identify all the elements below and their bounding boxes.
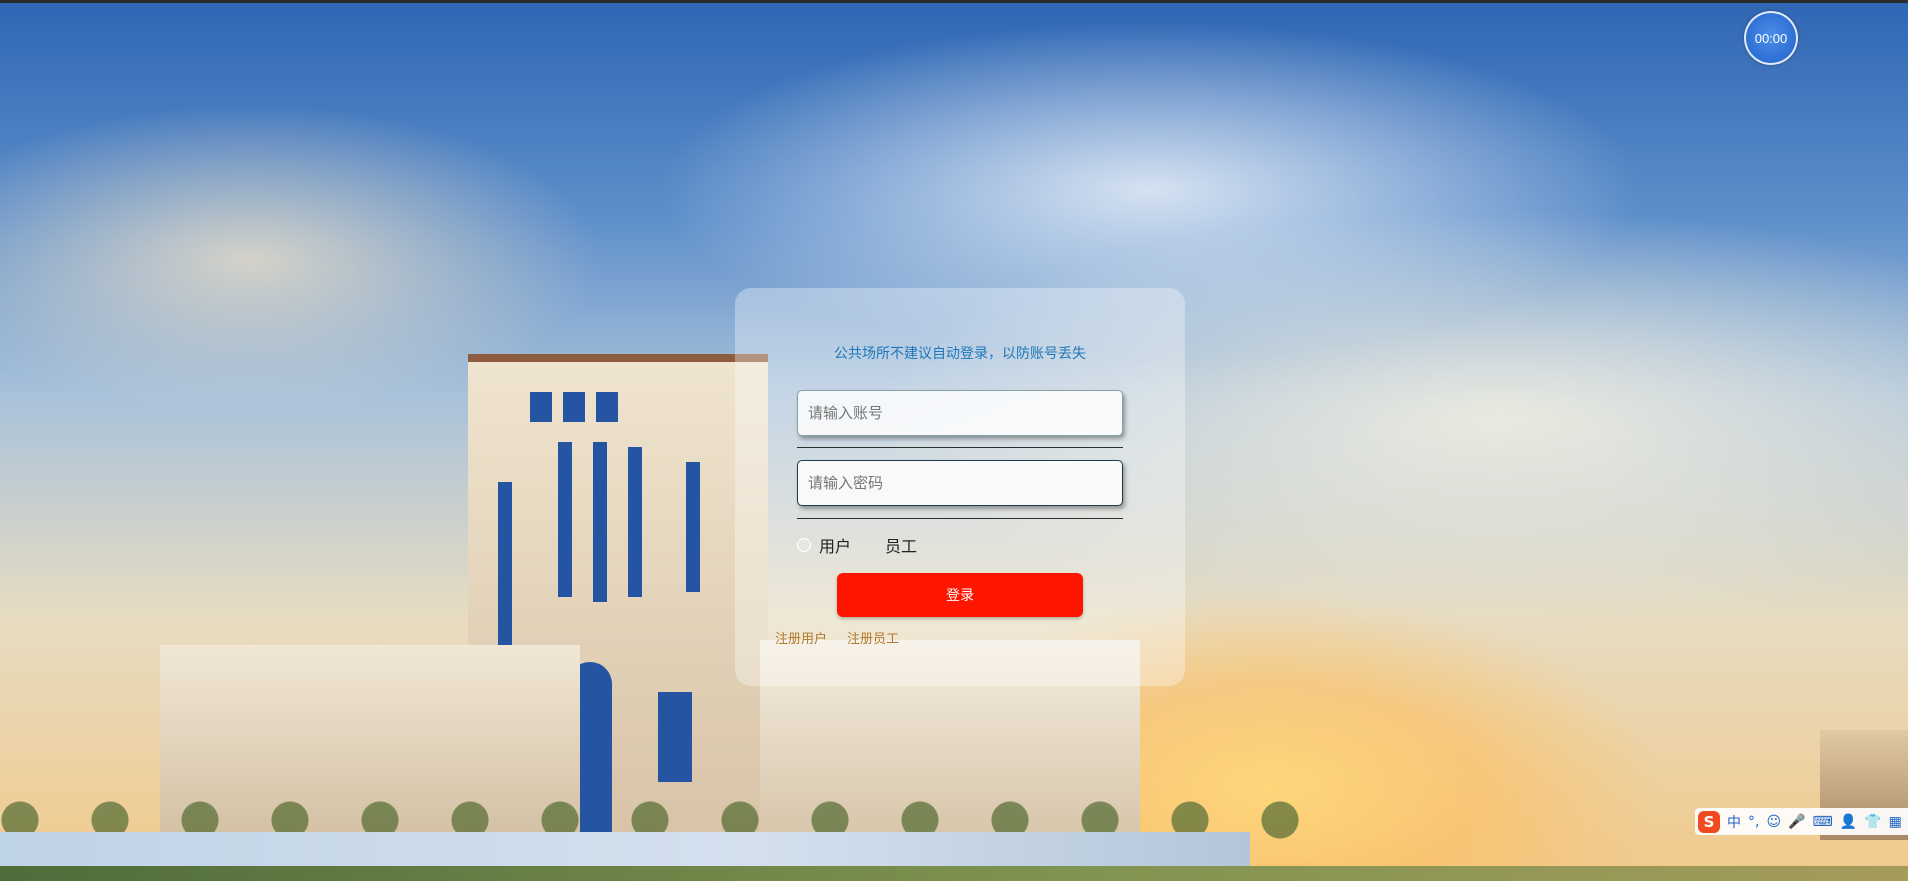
- role-staff-label[interactable]: 员工: [885, 533, 917, 557]
- login-button[interactable]: 登录: [837, 573, 1083, 617]
- keyboard-icon[interactable]: ⌨: [1813, 814, 1833, 830]
- emoji-icon[interactable]: ☺: [1766, 814, 1781, 830]
- grid-icon[interactable]: ▦: [1889, 814, 1902, 830]
- login-notice: 公共场所不建议自动登录，以防账号丢失: [834, 346, 1086, 362]
- register-user-link[interactable]: 注册用户: [775, 628, 827, 647]
- punctuation-icon[interactable]: °,: [1748, 814, 1759, 830]
- role-user-radio[interactable]: [797, 538, 811, 552]
- ime-mode-toggle[interactable]: 中: [1727, 812, 1741, 832]
- sogou-logo-icon[interactable]: S: [1698, 810, 1720, 833]
- password-underline: [797, 518, 1123, 519]
- register-links: 注册用户 注册员工: [775, 628, 899, 647]
- microphone-icon[interactable]: 🎤: [1788, 814, 1805, 830]
- account-input[interactable]: [797, 390, 1123, 436]
- role-selector: 用户 员工: [797, 531, 951, 559]
- user-icon[interactable]: 👤: [1840, 814, 1857, 830]
- skin-icon[interactable]: 👕: [1864, 814, 1881, 830]
- background-ground: [0, 866, 1908, 881]
- timer-badge[interactable]: 00:00: [1744, 11, 1798, 65]
- account-underline: [797, 447, 1123, 448]
- login-panel: 公共场所不建议自动登录，以防账号丢失 用户 员工 登录 注册用户 注册员工: [735, 288, 1185, 686]
- ime-toolbar: S 中 °, ☺ 🎤 ⌨ 👤 👕 ▦: [1695, 808, 1908, 835]
- role-user-label[interactable]: 用户: [819, 533, 851, 557]
- background-fence: [0, 832, 1250, 870]
- timer-text: 00:00: [1754, 30, 1788, 46]
- password-input[interactable]: [797, 460, 1123, 506]
- register-staff-link[interactable]: 注册员工: [847, 628, 899, 647]
- top-border: [0, 0, 1908, 3]
